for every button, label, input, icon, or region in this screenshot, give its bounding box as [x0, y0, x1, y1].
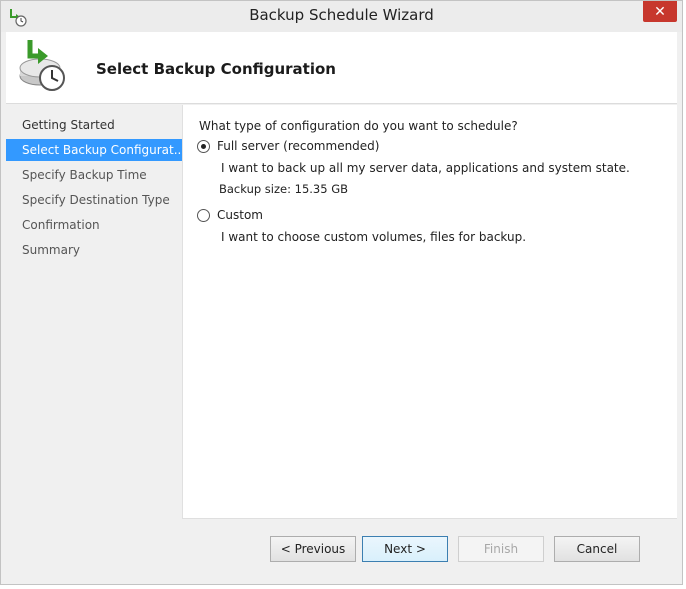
- wizard-window: Backup Schedule Wizard ✕ Select Backup C…: [0, 0, 683, 585]
- configuration-question: What type of configuration do you want t…: [199, 119, 518, 133]
- full-server-description: I want to back up all my server data, ap…: [221, 161, 630, 175]
- previous-button[interactable]: < Previous: [270, 536, 356, 562]
- backup-clock-icon: [19, 40, 65, 91]
- nav-item-specify-backup-time: Specify Backup Time: [22, 168, 147, 182]
- nav-item-confirmation: Confirmation: [22, 218, 100, 232]
- full-server-label[interactable]: Full server (recommended): [217, 139, 379, 153]
- nav-item-getting-started[interactable]: Getting Started: [6, 114, 182, 136]
- nav-item-specify-destination-type: Specify Destination Type: [22, 193, 170, 207]
- next-button[interactable]: Next >: [362, 536, 448, 562]
- close-button[interactable]: ✕: [643, 1, 677, 22]
- custom-option[interactable]: Custom: [197, 208, 263, 222]
- finish-button: Finish: [458, 536, 544, 562]
- custom-radio[interactable]: [197, 208, 210, 222]
- cancel-button[interactable]: Cancel: [554, 536, 640, 562]
- backup-size-text: Backup size: 15.35 GB: [219, 182, 349, 196]
- title-bar: Backup Schedule Wizard ✕: [1, 1, 682, 32]
- full-server-radio[interactable]: [197, 139, 210, 153]
- nav-item-summary: Summary: [22, 243, 80, 257]
- wizard-content: What type of configuration do you want t…: [182, 105, 677, 518]
- nav-item-select-backup-configuration[interactable]: Select Backup Configurat...: [6, 139, 182, 161]
- custom-label[interactable]: Custom: [217, 208, 263, 222]
- wizard-step-nav: Getting Started Select Backup Configurat…: [6, 105, 182, 580]
- custom-description: I want to choose custom volumes, files f…: [221, 230, 527, 244]
- window-title: Backup Schedule Wizard: [249, 6, 434, 24]
- full-server-option[interactable]: Full server (recommended): [197, 139, 379, 153]
- page-title: Select Backup Configuration: [96, 60, 336, 78]
- wizard-footer: < Previous Next > Finish Cancel: [182, 518, 677, 580]
- close-icon: ✕: [654, 3, 666, 20]
- wizard-header: Select Backup Configuration: [6, 32, 677, 104]
